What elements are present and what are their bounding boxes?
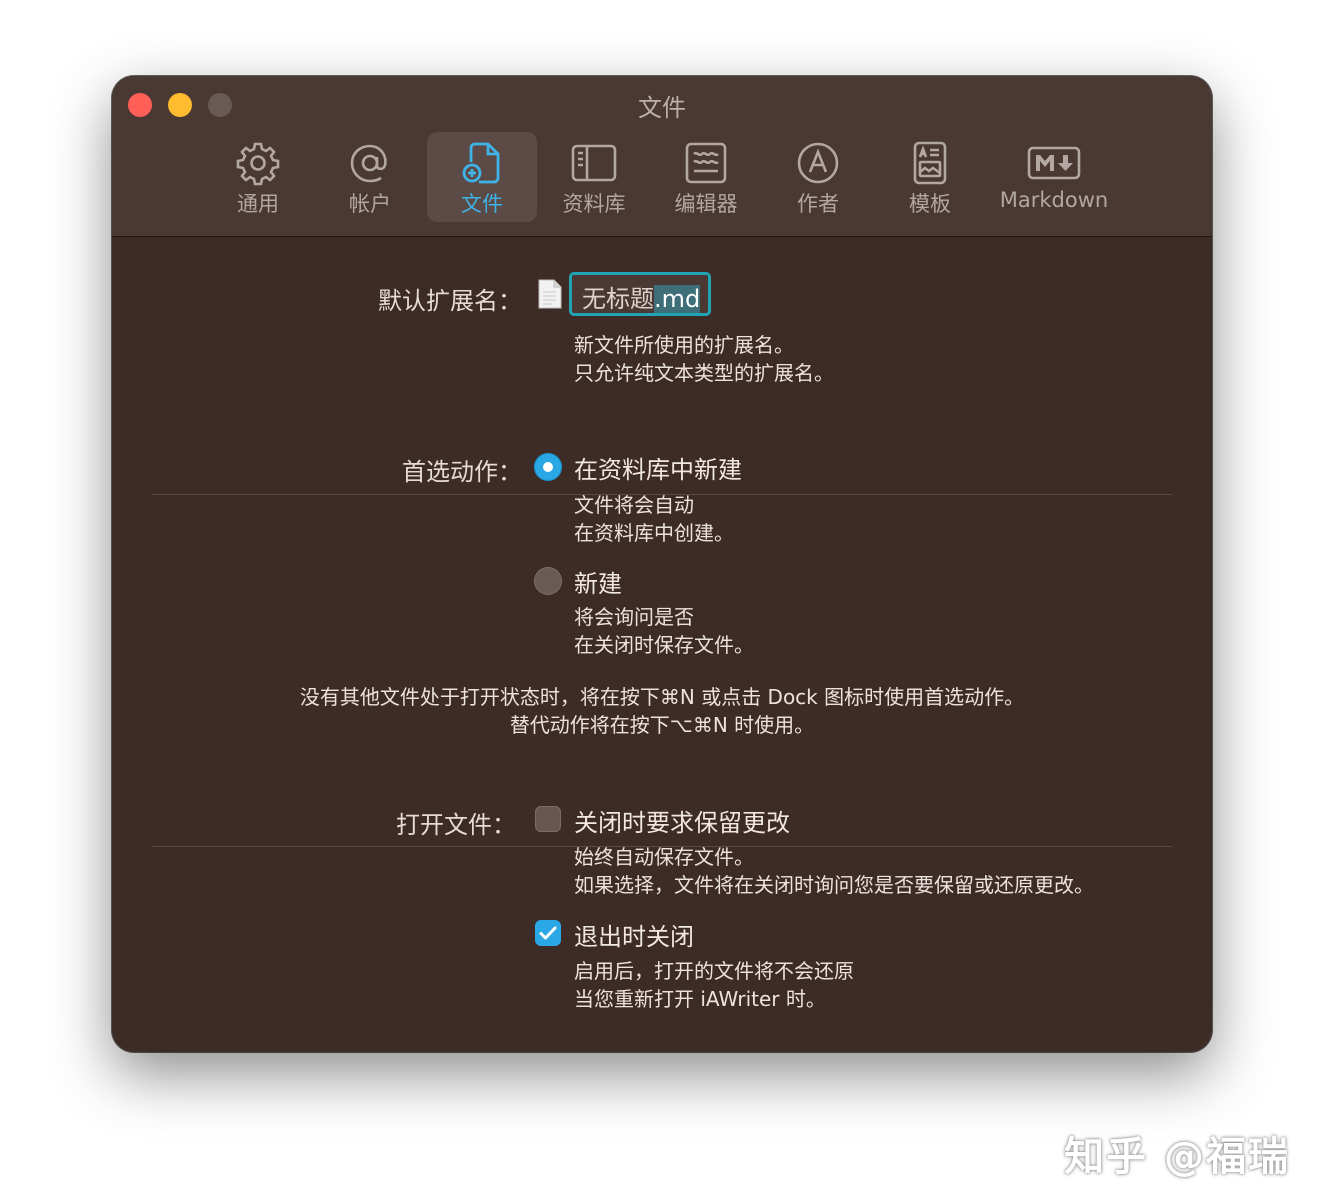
checkmark-icon — [539, 926, 557, 940]
description-line: 如果选择，文件将在关闭时询问您是否要保留或还原更改。 — [574, 873, 1094, 897]
titlebar: 文件 通用 帐户 文件 资料库 编辑器 作者 模板 Markdown — [112, 76, 1212, 237]
preferences-toolbar: 通用 帐户 文件 资料库 编辑器 作者 模板 Markdown — [112, 132, 1212, 224]
extension-field[interactable]: 无标题.md — [569, 272, 711, 316]
note-line: 替代动作将在按下⌥⌘N 时使用。 — [509, 713, 815, 737]
new-file-description: 将会询问是否 在关闭时保存文件。 — [574, 603, 754, 659]
extension-field-value: 无标题.md — [582, 279, 701, 314]
extension-description: 新文件所使用的扩展名。 只允许纯文本类型的扩展名。 — [574, 331, 834, 387]
author-icon — [797, 142, 839, 184]
description-line: 始终自动保存文件。 — [574, 845, 754, 869]
default-extension-label: 默认扩展名： — [378, 287, 522, 315]
description-line: 文件将会自动 — [574, 493, 694, 517]
new-file-label[interactable]: 新建 — [574, 564, 622, 599]
preferences-window: 文件 通用 帐户 文件 资料库 编辑器 作者 模板 Markdown 默认扩展名… — [112, 76, 1212, 1052]
create-in-library-radio[interactable] — [534, 453, 562, 481]
window-title: 文件 — [638, 94, 686, 122]
description-line: 在资料库中创建。 — [574, 521, 734, 545]
tab-label: 作者 — [797, 192, 839, 216]
ask-keep-changes-checkbox[interactable] — [535, 806, 561, 832]
description-line: 在关闭时保存文件。 — [574, 633, 754, 657]
tab-general[interactable]: 通用 — [203, 132, 313, 222]
at-icon — [350, 144, 387, 183]
preferred-action-note: 没有其他文件处于打开状态时，将在按下⌘N 或点击 Dock 图标时使用首选动作。… — [112, 683, 1212, 739]
tab-accounts[interactable]: 帐户 — [315, 132, 425, 222]
note-line: 没有其他文件处于打开状态时，将在按下⌘N 或点击 Dock 图标时使用首选动作。 — [299, 685, 1025, 709]
create-in-library-description: 文件将会自动 在资料库中创建。 — [574, 491, 734, 547]
new-document-icon — [462, 142, 500, 184]
ask-keep-changes-label[interactable]: 关闭时要求保留更改 — [574, 803, 790, 838]
tab-label: 资料库 — [562, 192, 626, 216]
tab-label: 编辑器 — [674, 192, 738, 216]
tab-author[interactable]: 作者 — [763, 132, 873, 222]
tab-label: 帐户 — [349, 192, 391, 216]
sidebar-icon — [571, 144, 617, 182]
tab-editor[interactable]: 编辑器 — [651, 132, 761, 222]
editor-icon — [685, 142, 727, 184]
tab-label: 通用 — [237, 192, 279, 216]
tab-label: 文件 — [461, 192, 503, 216]
description-line: 新文件所使用的扩展名。 — [574, 333, 794, 357]
filename-base: 无标题 — [582, 285, 654, 313]
description-line: 将会询问是否 — [574, 605, 694, 629]
document-icon — [538, 279, 562, 309]
tab-label: Markdown — [999, 188, 1109, 212]
description-line: 只允许纯文本类型的扩展名。 — [574, 361, 834, 385]
tab-files[interactable]: 文件 — [427, 132, 537, 222]
template-icon — [913, 141, 947, 185]
description-line: 当您重新打开 iAWriter 时。 — [574, 987, 826, 1011]
gear-icon — [236, 142, 280, 186]
close-on-quit-checkbox[interactable] — [535, 920, 561, 946]
markdown-icon — [1027, 146, 1081, 180]
create-in-library-label[interactable]: 在资料库中新建 — [574, 450, 742, 485]
new-file-radio[interactable] — [534, 567, 562, 595]
close-on-quit-label[interactable]: 退出时关闭 — [574, 917, 694, 952]
preferred-action-label: 首选动作： — [402, 458, 522, 486]
open-files-label: 打开文件： — [396, 811, 516, 839]
tab-library[interactable]: 资料库 — [539, 132, 649, 222]
extension-selection: .md — [654, 285, 701, 313]
description-line: 启用后，打开的文件将不会还原 — [574, 959, 854, 983]
close-on-quit-description: 启用后，打开的文件将不会还原 当您重新打开 iAWriter 时。 — [574, 957, 854, 1013]
tab-templates[interactable]: 模板 — [875, 132, 985, 222]
files-preferences-pane: 默认扩展名： 无标题.md 新文件所使用的扩展名。 只允许纯文本类型的扩展名。 … — [112, 237, 1212, 1052]
ask-keep-changes-description: 始终自动保存文件。 如果选择，文件将在关闭时询问您是否要保留或还原更改。 — [574, 843, 1094, 899]
tab-label: 模板 — [909, 192, 951, 216]
watermark: 知乎 @福瑞 — [1064, 1134, 1290, 1180]
tab-markdown[interactable]: Markdown — [997, 132, 1111, 222]
